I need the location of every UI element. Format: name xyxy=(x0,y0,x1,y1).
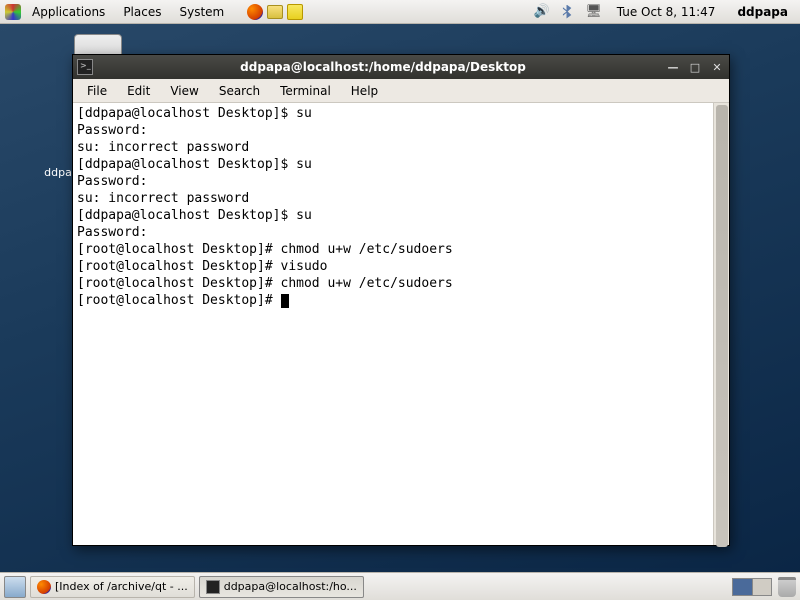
mail-launcher-icon[interactable] xyxy=(266,3,284,21)
clock[interactable]: Tue Oct 8, 11:47 xyxy=(611,5,722,19)
minimize-button[interactable]: — xyxy=(665,59,681,75)
menu-search[interactable]: Search xyxy=(209,82,270,100)
workspace-switcher[interactable] xyxy=(732,578,772,596)
firefox-launcher-icon[interactable] xyxy=(246,3,264,21)
bluetooth-icon[interactable] xyxy=(559,3,577,21)
close-button[interactable]: ✕ xyxy=(709,59,725,75)
workspace-2[interactable] xyxy=(753,579,772,595)
terminal-output[interactable]: [ddpapa@localhost Desktop]$ su Password:… xyxy=(73,103,713,545)
menu-edit[interactable]: Edit xyxy=(117,82,160,100)
firefox-icon xyxy=(37,580,51,594)
titlebar[interactable]: ddpapa@localhost:/home/ddpapa/Desktop — … xyxy=(73,55,729,79)
taskbar-item-terminal[interactable]: ddpapa@localhost:/ho... xyxy=(199,576,364,598)
terminal-body: [ddpapa@localhost Desktop]$ su Password:… xyxy=(73,103,729,545)
scroll-thumb[interactable] xyxy=(716,105,728,547)
bottom-panel: [Index of /archive/qt - ... ddpapa@local… xyxy=(0,572,800,600)
show-desktop-button[interactable] xyxy=(4,576,26,598)
maximize-button[interactable]: □ xyxy=(687,59,703,75)
trash-icon[interactable] xyxy=(778,577,796,597)
taskbar-label: [Index of /archive/qt - ... xyxy=(55,580,188,593)
volume-icon[interactable] xyxy=(533,3,551,21)
top-panel: Applications Places System Tue Oct 8, 11… xyxy=(0,0,800,24)
taskbar-label: ddpapa@localhost:/ho... xyxy=(224,580,357,593)
menubar: File Edit View Search Terminal Help xyxy=(73,79,729,103)
places-menu[interactable]: Places xyxy=(115,3,169,21)
terminal-icon xyxy=(77,59,93,75)
user-menu[interactable]: ddpapa xyxy=(729,5,796,19)
notes-launcher-icon[interactable] xyxy=(286,3,304,21)
workspace-1[interactable] xyxy=(733,579,753,595)
terminal-window: ddpapa@localhost:/home/ddpapa/Desktop — … xyxy=(72,54,730,546)
taskbar-item-firefox[interactable]: [Index of /archive/qt - ... xyxy=(30,576,195,598)
window-title: ddpapa@localhost:/home/ddpapa/Desktop xyxy=(101,60,665,74)
menu-help[interactable]: Help xyxy=(341,82,388,100)
menu-file[interactable]: File xyxy=(77,82,117,100)
applications-menu[interactable]: Applications xyxy=(24,3,113,21)
menu-terminal[interactable]: Terminal xyxy=(270,82,341,100)
system-menu[interactable]: System xyxy=(171,3,232,21)
scrollbar[interactable] xyxy=(713,103,729,545)
terminal-icon xyxy=(206,580,220,594)
menu-view[interactable]: View xyxy=(160,82,208,100)
network-icon[interactable] xyxy=(585,3,603,21)
terminal-cursor xyxy=(281,294,289,308)
distro-launcher-icon[interactable] xyxy=(4,3,22,21)
